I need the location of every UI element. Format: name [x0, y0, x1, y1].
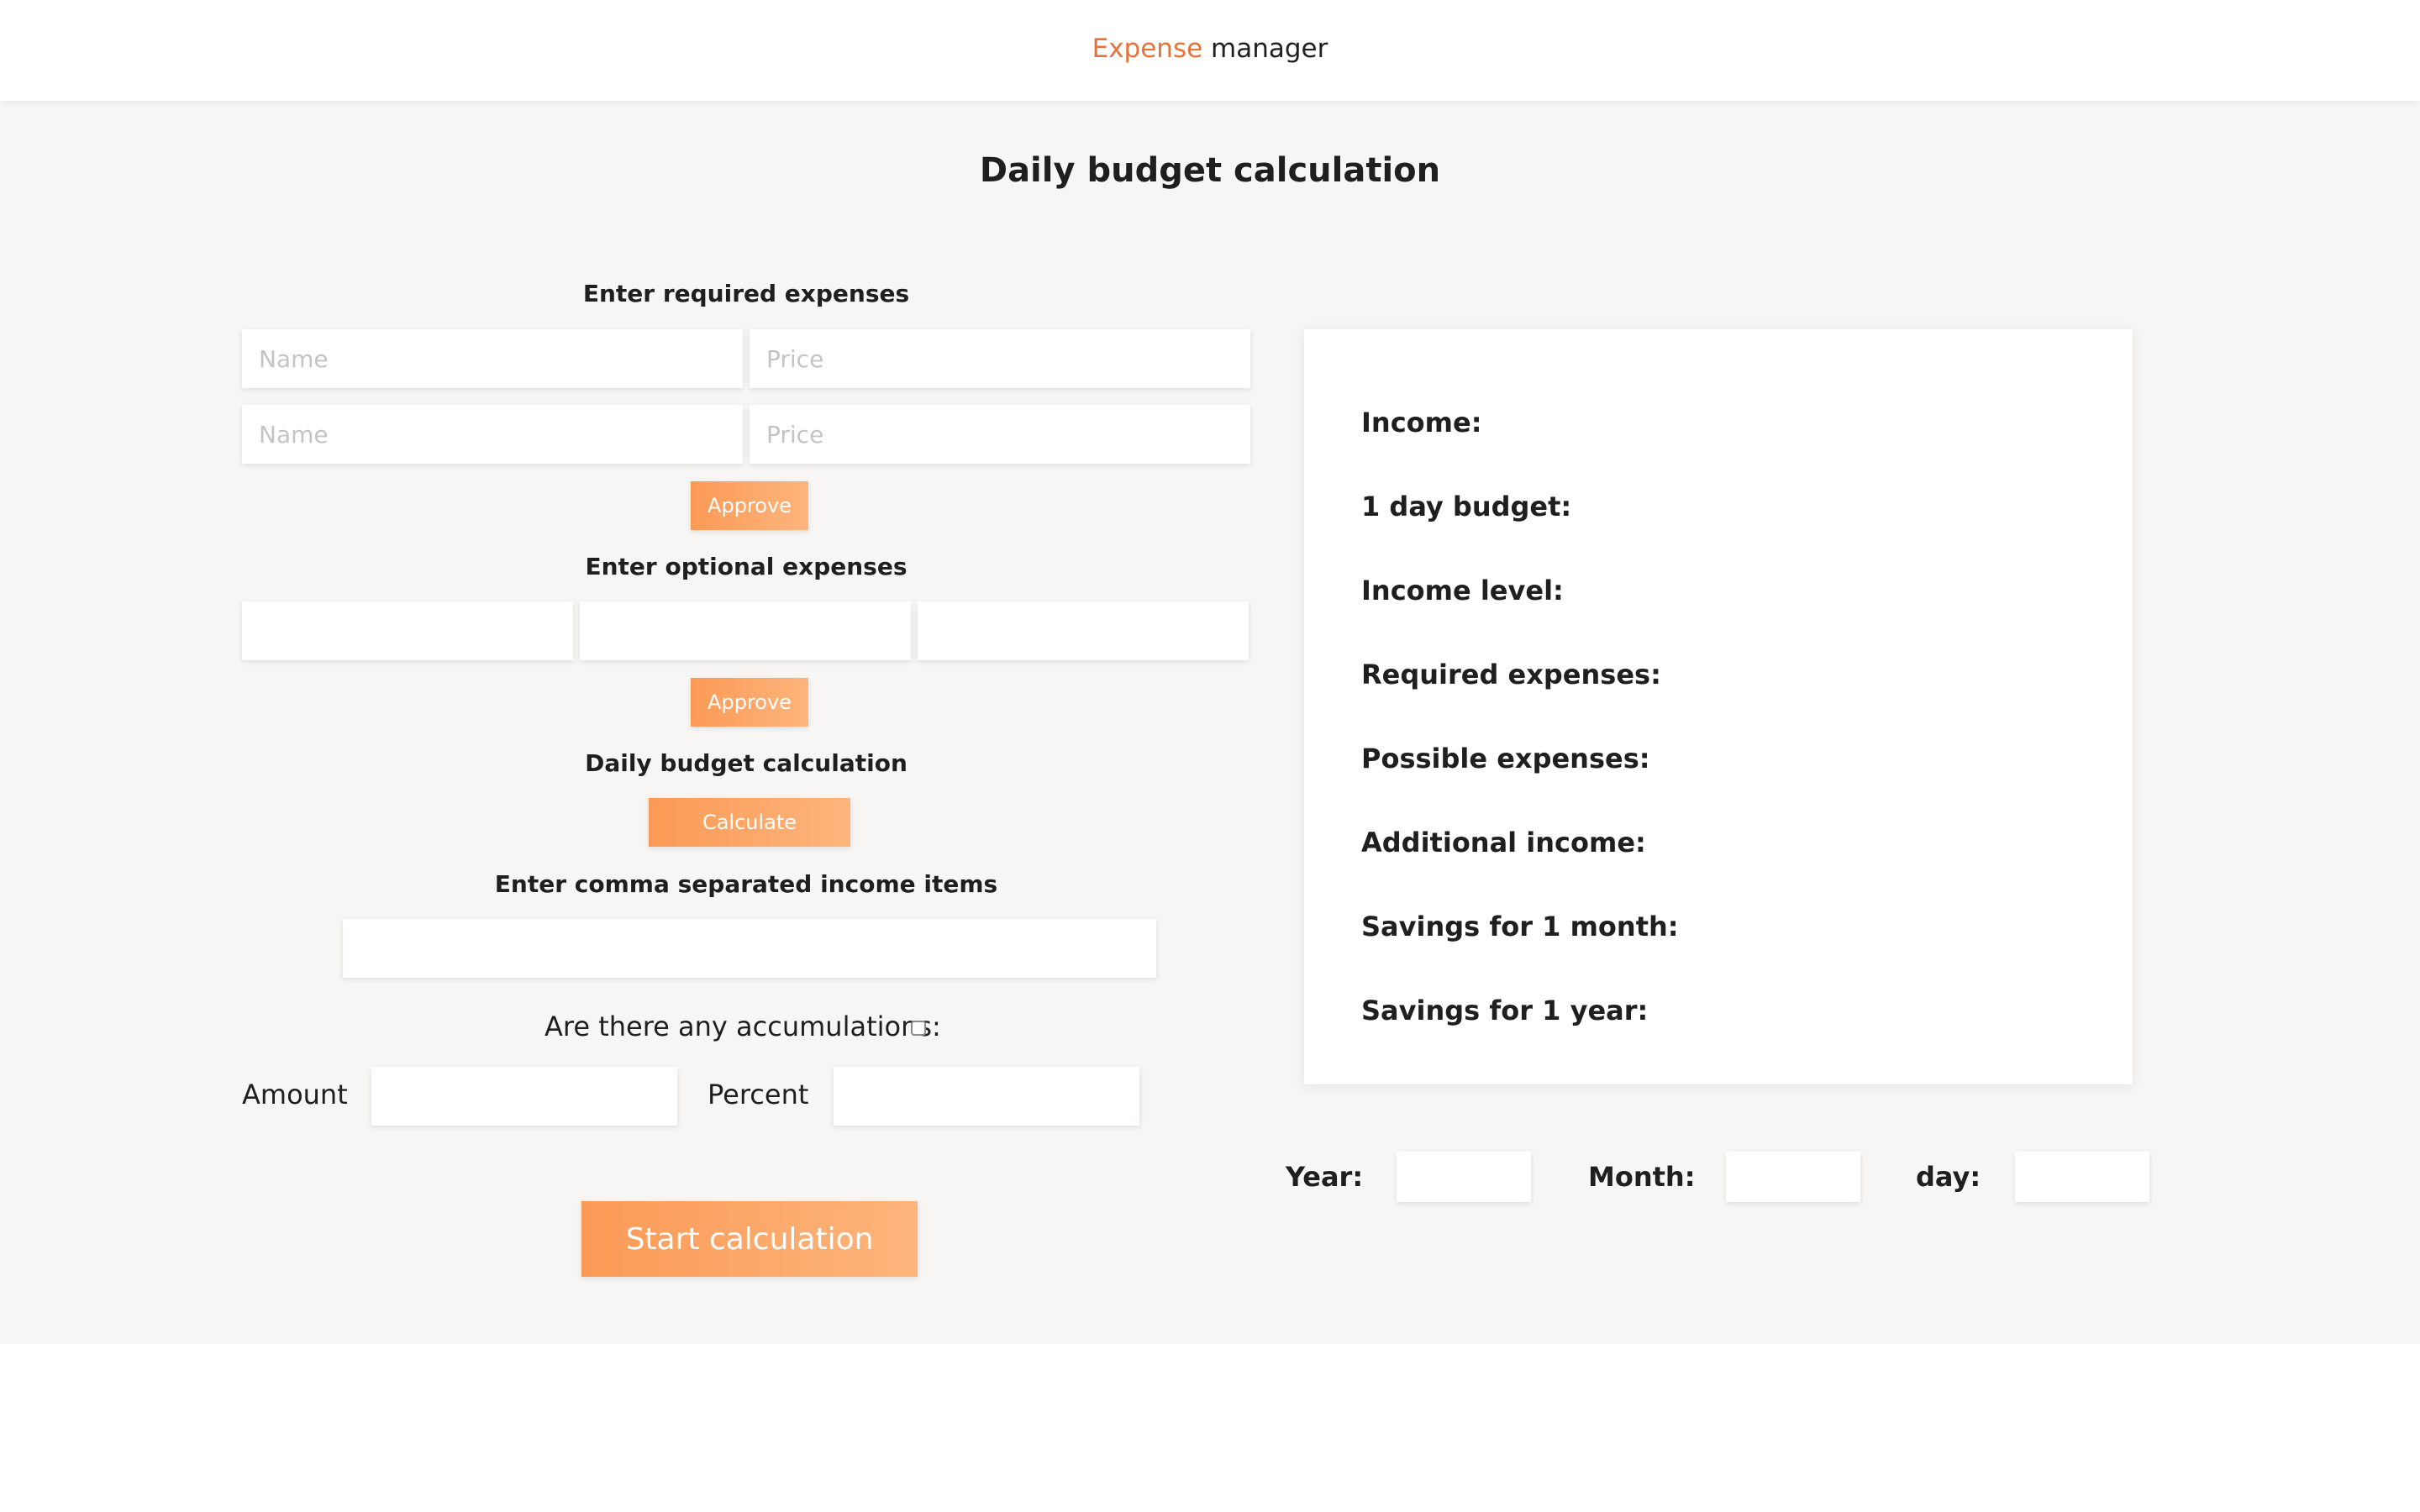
day-budget-result-label: 1 day budget: [1361, 491, 1572, 522]
logo-text: manager [1202, 34, 1328, 64]
calculate-daily-budget-button[interactable]: Calculate [649, 798, 850, 847]
year-label: Year: [1286, 1161, 1364, 1193]
accumulations-question: Are there any accumulations: [544, 1011, 941, 1042]
possible-expenses-result-label: Possible expenses: [1361, 743, 1650, 774]
app-logo: Expense manager [0, 34, 2420, 64]
income-items-input[interactable] [343, 919, 1156, 978]
required-expense-name-input-1[interactable] [242, 329, 743, 388]
start-calculation-button[interactable]: Start calculation [581, 1201, 918, 1277]
amount-input[interactable] [371, 1067, 677, 1126]
required-expense-price-input-2[interactable] [750, 405, 1250, 464]
savings-year-result-label: Savings for 1 year: [1361, 995, 1649, 1026]
page-title: Daily budget calculation [979, 151, 1441, 190]
income-result-label: Income: [1361, 407, 1482, 438]
year-input[interactable] [1397, 1152, 1531, 1202]
optional-expense-input-1[interactable] [242, 601, 573, 660]
amount-label: Amount [242, 1079, 348, 1110]
day-input[interactable] [2015, 1152, 2149, 1202]
logo-accent-text: Expense [1092, 34, 1203, 64]
additional-income-result-label: Additional income: [1361, 827, 1646, 858]
optional-expenses-heading: Enter optional expenses [585, 553, 908, 580]
savings-month-result-label: Savings for 1 month: [1361, 911, 1679, 942]
income-heading: Enter comma separated income items [494, 870, 998, 898]
optional-expense-input-3[interactable] [918, 601, 1249, 660]
accumulations-checkbox[interactable] [911, 1021, 926, 1036]
app-header: Expense manager [0, 0, 2420, 101]
month-input[interactable] [1726, 1152, 1860, 1202]
percent-label: Percent [708, 1079, 809, 1110]
required-expenses-heading: Enter required expenses [582, 280, 910, 307]
required-expenses-result-label: Required expenses: [1361, 659, 1661, 690]
month-label: Month: [1588, 1161, 1696, 1193]
results-panel: Income: 1 day budget: Income level: Requ… [1304, 329, 2133, 1084]
day-label: day: [1916, 1161, 1981, 1193]
approve-optional-expenses-button[interactable]: Approve [691, 678, 808, 727]
percent-input[interactable] [834, 1067, 1139, 1126]
required-expense-price-input-1[interactable] [750, 329, 1250, 388]
income-level-result-label: Income level: [1361, 575, 1564, 606]
approve-required-expenses-button[interactable]: Approve [691, 481, 808, 530]
required-expense-name-input-2[interactable] [242, 405, 743, 464]
optional-expense-input-2[interactable] [580, 601, 911, 660]
daily-budget-heading: Daily budget calculation [585, 749, 908, 777]
